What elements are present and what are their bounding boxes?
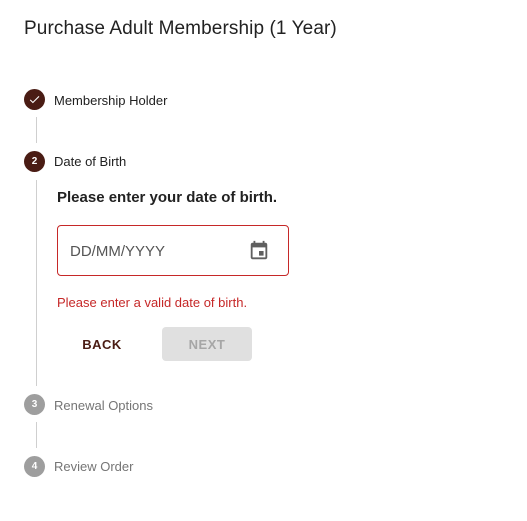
calendar-icon [250,240,268,260]
calendar-button[interactable] [247,239,271,263]
check-icon [29,96,40,104]
dob-prompt: Please enter your date of birth. [57,189,278,206]
step-3-number-badge: 3 [24,394,45,415]
back-button[interactable]: BACK [68,327,136,361]
step-label-renewal-options: Renewal Options [54,398,153,413]
step-label-review-order: Review Order [54,459,134,474]
next-button[interactable]: NEXT [162,327,252,361]
step-label-membership-holder[interactable]: Membership Holder [54,93,167,108]
dob-field [57,225,289,276]
step-2-number-badge: 2 [24,151,45,172]
step-connector-3 [36,422,37,448]
step-connector-1 [36,117,37,143]
step-4-number-badge: 4 [24,456,45,477]
dob-error-message: Please enter a valid date of birth. [57,295,248,310]
page-title: Purchase Adult Membership (1 Year) [24,18,337,39]
dob-input[interactable] [70,241,240,261]
step-connector-2 [36,180,37,386]
step-label-date-of-birth: Date of Birth [54,154,127,169]
step-1-complete-badge [24,89,45,110]
